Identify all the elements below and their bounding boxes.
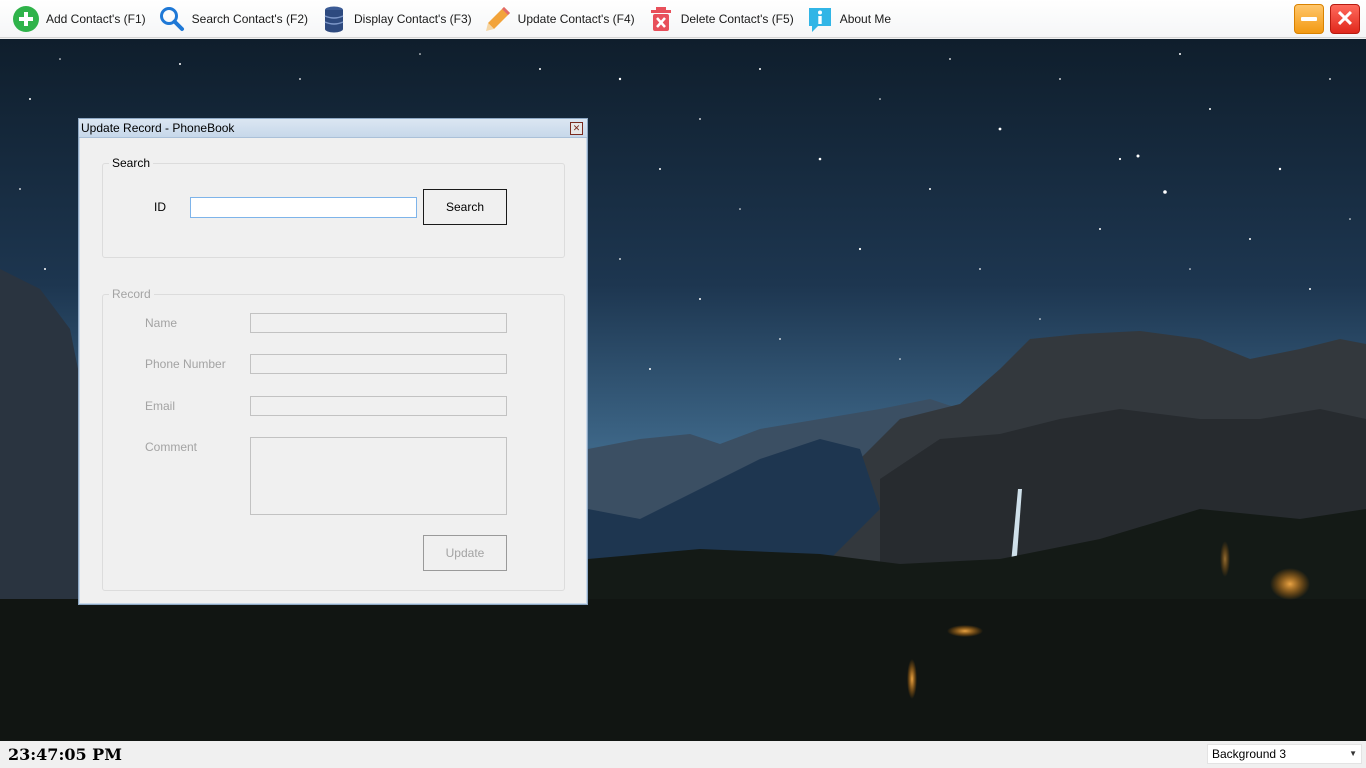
comment-label: Comment [145,440,198,454]
camp-light [947,625,983,637]
info-icon [808,7,831,32]
add-contact-label: Add Contact's (F1) [46,11,146,26]
main-toolbar: Add Contact's (F1) Search Contact's (F2)… [0,0,1366,38]
display-contact-button[interactable]: Display Contact's (F3) [320,2,472,36]
search-icon [159,6,184,31]
valley-floor [0,599,1366,741]
close-icon: ✕ [1335,6,1355,31]
search-contact-button[interactable]: Search Contact's (F2) [158,2,308,36]
delete-contact-button[interactable]: Delete Contact's (F5) [647,2,794,36]
display-contact-label: Display Contact's (F3) [354,11,472,26]
delete-contact-label: Delete Contact's (F5) [680,11,794,26]
database-icon [324,6,344,32]
update-contact-label: Update Contact's (F4) [517,11,635,26]
dialog-close-icon: ✕ [572,123,581,133]
background-select-value: Background 3 [1212,747,1287,761]
background-select[interactable]: Background 3 ▼ [1207,744,1362,764]
search-button[interactable]: Search [423,189,507,225]
tree-light [1270,568,1310,600]
about-me-button[interactable]: About Me [806,2,891,36]
name-label: Name [145,316,178,330]
update-record-dialog: Update Record - PhoneBook ✕ Search ID Se… [78,118,588,605]
clock-display: 23:47:05 PM [8,745,122,764]
search-group-legend: Search [109,156,154,170]
comment-field[interactable] [250,437,507,515]
dialog-close-button[interactable]: ✕ [570,122,583,135]
id-label: ID [154,200,166,214]
tree-light-2 [1220,541,1230,577]
chevron-down-icon: ▼ [1349,749,1357,758]
minimize-icon [1301,17,1317,21]
phone-label: Phone Number [145,357,226,371]
close-app-button[interactable]: ✕ [1330,4,1360,34]
trash-icon [650,6,671,31]
status-bar: 23:47:05 PM Background 3 ▼ [0,741,1366,768]
email-label: Email [145,399,176,413]
window-controls: ✕ [1288,4,1360,34]
phone-field[interactable] [250,354,507,374]
id-input[interactable] [190,197,417,218]
dialog-title-bar[interactable]: Update Record - PhoneBook [79,119,587,138]
update-button[interactable]: Update [423,535,507,571]
add-contact-button[interactable]: Add Contact's (F1) [12,2,146,36]
road-light [907,659,917,699]
update-contact-button[interactable]: Update Contact's (F4) [484,2,635,36]
email-field[interactable] [250,396,507,416]
minimize-button[interactable] [1294,4,1324,34]
about-me-label: About Me [839,11,892,26]
record-group-legend: Record [109,287,154,301]
name-field[interactable] [250,313,507,333]
search-contact-label: Search Contact's (F2) [191,11,309,26]
pencil-icon [485,6,510,31]
add-icon [13,5,39,32]
dialog-title: Update Record - PhoneBook [81,121,235,135]
